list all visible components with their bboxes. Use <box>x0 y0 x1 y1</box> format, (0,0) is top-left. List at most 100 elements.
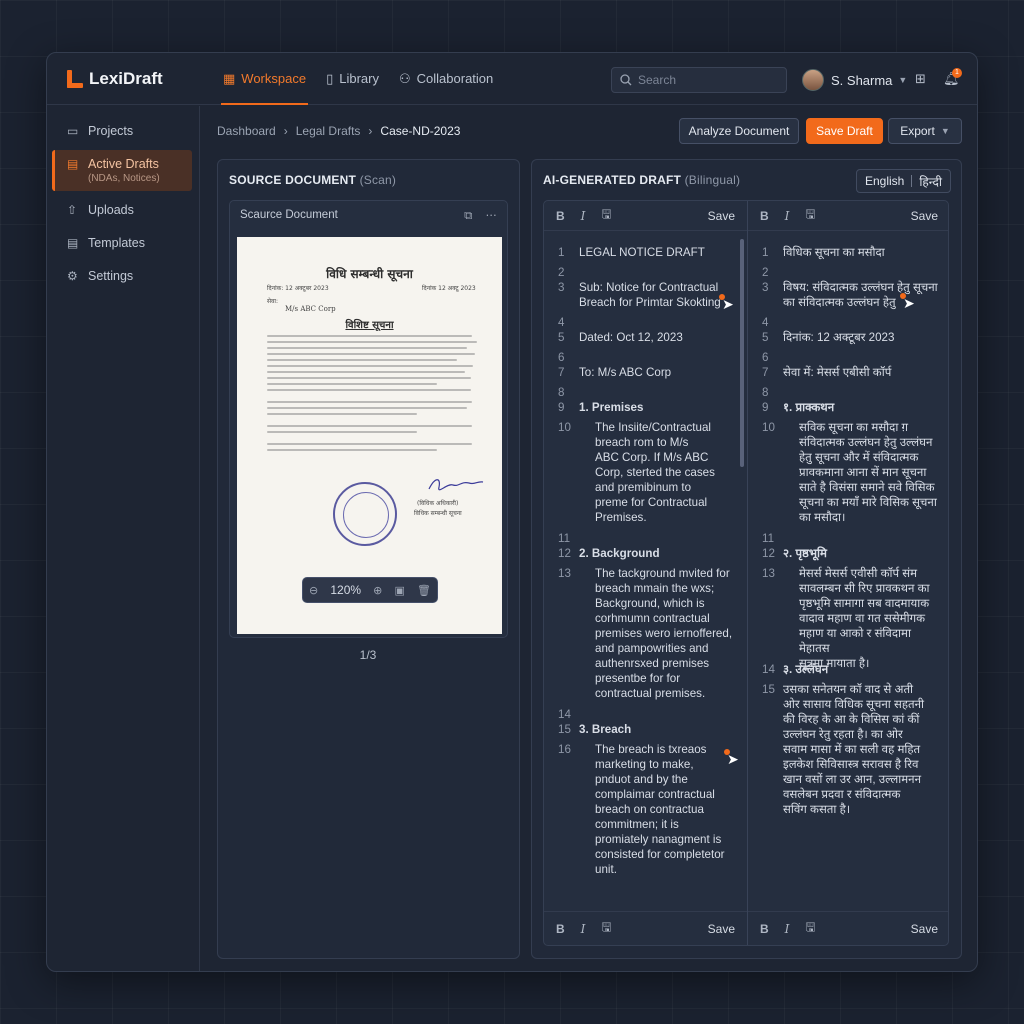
line-number: 7 <box>762 366 769 379</box>
line-text: 1. Premises <box>579 401 644 414</box>
line-text: The Insiite/Contractual breach rom to M/… <box>595 421 715 524</box>
app-window: LexiDraft ▦ Workspace ▯ Library ⚇ Collab… <box>46 52 978 972</box>
line-number: 13 <box>558 567 571 580</box>
logo[interactable]: LexiDraft <box>67 69 213 89</box>
save-button[interactable]: Save <box>708 209 735 223</box>
document-icon: ▤ <box>67 157 79 171</box>
save-button[interactable]: Save <box>911 922 938 936</box>
zoom-out-icon[interactable]: ⊖ <box>309 584 318 597</box>
stamp-seal-icon <box>333 482 397 546</box>
sidebar-item-projects[interactable]: ▭ Projects <box>47 124 200 138</box>
language-toggle[interactable]: English हिन्दी <box>855 169 951 193</box>
sidebar-item-label: Active Drafts <box>88 157 159 171</box>
save-icon[interactable]: 🖫︎ <box>601 918 611 939</box>
mouse-cursor-icon: ➤ <box>903 295 915 311</box>
line-number: 2 <box>558 266 565 279</box>
scan-date-right: दिनांक 12 अक्टू 2023 <box>422 285 476 292</box>
language-hindi[interactable]: हिन्दी <box>919 173 942 190</box>
sidebar-item-settings[interactable]: ⚙ Settings <box>47 269 200 283</box>
italic-button[interactable]: I <box>581 922 586 936</box>
scan-text-line <box>267 341 477 343</box>
line-text: सेवा में: मेसर्स एबीसी कॉर्प <box>783 366 892 379</box>
more-icon[interactable]: ⋯ <box>486 210 498 222</box>
italic-button[interactable]: I <box>785 209 790 223</box>
line-number: 14 <box>762 663 775 676</box>
save-icon[interactable]: 🖫︎ <box>601 205 611 226</box>
sidebar-item-sublabel: (NDAs, Notices) <box>88 173 160 184</box>
line-text: 3. Breach <box>579 723 632 736</box>
sidebar-item-templates[interactable]: ▤ Templates <box>47 236 200 250</box>
sidebar-item-label: Settings <box>88 269 134 283</box>
top-bar: LexiDraft ▦ Workspace ▯ Library ⚇ Collab… <box>47 53 977 105</box>
save-icon[interactable]: 🖫︎ <box>805 205 815 226</box>
line-text: १. प्राक्कथन <box>783 401 835 414</box>
save-draft-button[interactable]: Save Draft <box>806 118 883 144</box>
line-text: सविक सूचना का मसौदा ग़ संविदात्मक उल्लंघ… <box>799 421 937 524</box>
line-number: 11 <box>558 532 571 545</box>
divider <box>911 175 913 187</box>
template-icon: ▤ <box>67 236 79 250</box>
line-number: 3 <box>762 281 769 294</box>
panel-title-text: SOURCE DOCUMENT <box>229 173 357 187</box>
line-number: 16 <box>558 743 571 756</box>
sidebar-item-active-drafts[interactable]: ▤ Active Drafts (NDAs, Notices) <box>52 150 192 191</box>
line-text: The tackground mvited for breach mmain t… <box>595 567 733 700</box>
breadcrumb-legal-drafts[interactable]: Legal Drafts <box>296 124 361 138</box>
analyze-document-button[interactable]: Analyze Document <box>679 118 799 144</box>
scan-text-line <box>267 383 437 385</box>
bold-button[interactable]: B <box>760 209 769 223</box>
panel-title: SOURCE DOCUMENT (Scan) <box>229 173 396 187</box>
nav-label: Workspace <box>241 71 307 86</box>
bilingual-editor: B I 🖫︎ Save 1 LEGAL NOTICE DRAFT 2 3 Sub: No… <box>543 200 949 946</box>
line-text: उसका सनेतयन कॉ वाद से अती ओर सासाय विधिक… <box>783 683 925 816</box>
bold-button[interactable]: B <box>556 209 565 223</box>
copy-icon[interactable]: ⧉ <box>464 210 472 222</box>
zoom-in-icon[interactable]: ⊕ <box>373 584 382 597</box>
users-icon: ⚇ <box>399 70 411 86</box>
export-label: Export <box>900 124 935 138</box>
breadcrumb-dashboard[interactable]: Dashboard <box>217 124 276 138</box>
grid-icon: ▦ <box>223 70 236 86</box>
search-input[interactable] <box>638 73 778 87</box>
save-button[interactable]: Save <box>911 209 938 223</box>
scan-date-left: दिनांक: 12 अक्टूबर 2023 <box>267 285 329 292</box>
breadcrumb-separator: › <box>283 124 288 138</box>
line-number: 6 <box>762 351 769 364</box>
scan-text-line <box>267 401 472 403</box>
scan-text-line <box>267 365 473 367</box>
hindi-editor-column[interactable]: B I 🖫︎ Save 1 विधिक सूचना का मसौदा 2 3 विषय:… <box>747 201 948 945</box>
nav-library[interactable]: ▯ Library <box>316 53 389 105</box>
nav-collaboration[interactable]: ⚇ Collaboration <box>389 53 503 105</box>
save-button[interactable]: Save <box>708 922 735 936</box>
english-editor-column[interactable]: B I 🖫︎ Save 1 LEGAL NOTICE DRAFT 2 3 Sub: No… <box>544 201 747 945</box>
editor-toolbar-bottom: B I 🖫︎ Save <box>544 911 747 945</box>
apps-icon[interactable]: ⊞ <box>915 71 926 87</box>
bold-button[interactable]: B <box>760 922 769 936</box>
nav-workspace[interactable]: ▦ Workspace <box>213 53 316 105</box>
page-indicator: 1/3 <box>359 648 377 662</box>
line-number: 4 <box>558 316 565 329</box>
italic-button[interactable]: I <box>785 922 790 936</box>
sidebar-item-uploads[interactable]: ⇧ Uploads <box>47 203 200 217</box>
line-text: LEGAL NOTICE DRAFT <box>579 246 705 259</box>
language-english[interactable]: English <box>865 174 904 188</box>
line-number: 7 <box>558 366 565 379</box>
upload-icon: ⇧ <box>67 203 78 217</box>
search-box[interactable] <box>611 67 787 93</box>
scrollbar[interactable] <box>740 239 744 467</box>
logo-icon <box>67 69 83 88</box>
trash-icon[interactable]: 🗑︎ <box>417 584 431 597</box>
scan-text-line <box>267 377 471 379</box>
search-icon <box>620 74 632 86</box>
scan-sign-label: (विधिक अधिकारी) <box>417 500 459 507</box>
scan-sign-name: विधिक सम्बन्धी सूचना <box>414 510 462 517</box>
document-viewer-header: Scaurce Document ⧉ ⋯ <box>230 201 507 229</box>
panel-title-muted: (Bilingual) <box>684 173 741 187</box>
export-button[interactable]: Export ▼ <box>888 118 962 144</box>
bold-button[interactable]: B <box>556 922 565 936</box>
italic-button[interactable]: I <box>581 209 586 223</box>
line-number: 9 <box>558 401 565 414</box>
save-icon[interactable]: 🖫︎ <box>805 918 815 939</box>
user-menu[interactable]: S. Sharma ▼ <box>802 69 907 91</box>
fit-page-icon[interactable]: ▣ <box>394 584 404 597</box>
